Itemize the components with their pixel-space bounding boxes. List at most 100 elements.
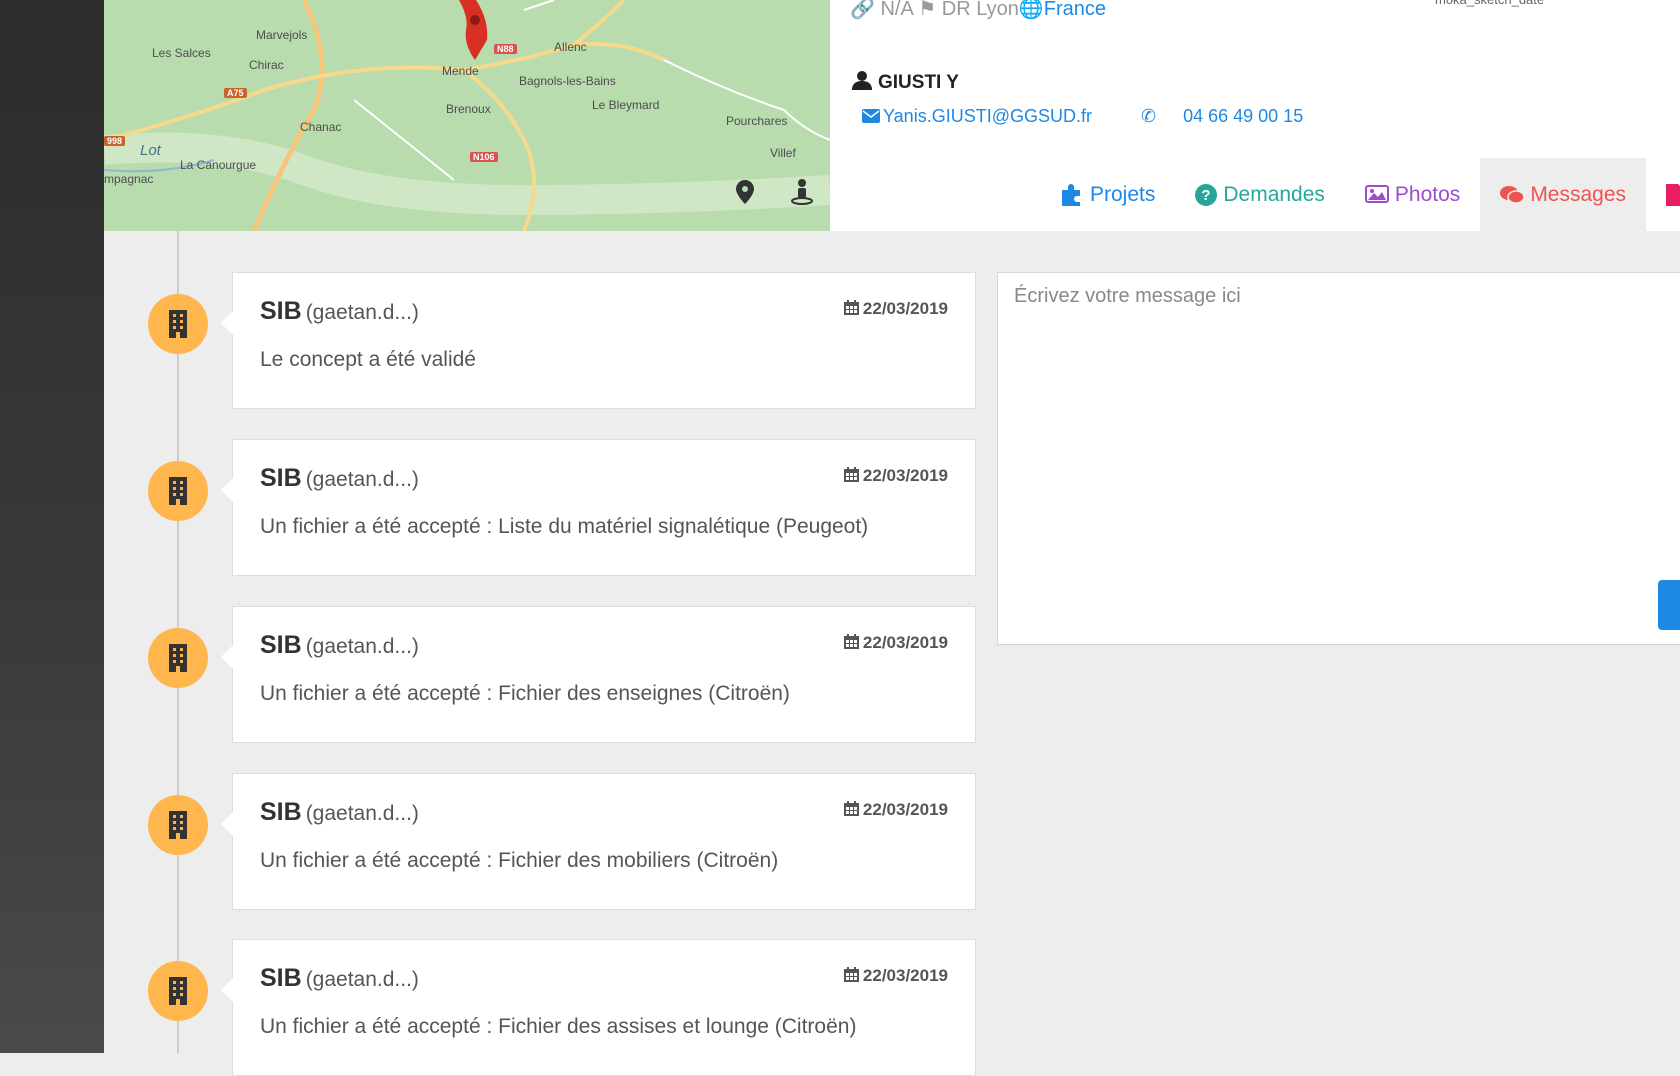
timeline-card: SIB (gaetan.d...) 22/03/2019 Le concept a é… [221, 272, 976, 409]
map-label: Lot [140, 142, 161, 159]
timeline-card: SIB (gaetan.d...) 22/03/2019 Un fichier a é… [221, 939, 976, 1076]
building-icon [148, 294, 208, 354]
map-label: Marvejols [256, 28, 308, 42]
globe-icon: 🌐 [1018, 0, 1044, 20]
phone-icon: ✆ [1140, 106, 1157, 126]
sketch-date-label: moka_sketch_date [1435, 0, 1544, 7]
tab-photos[interactable]: Photos [1345, 158, 1480, 231]
map-label: Les Salces [152, 46, 211, 60]
meta-row: 🔗 N/A ⚑ DR Lyon🌐France [850, 0, 1106, 21]
road-badge: 998 [104, 136, 126, 146]
card-date-text: 22/03/2019 [862, 633, 948, 652]
svg-text:?: ? [1202, 187, 1211, 204]
card-message: Un fichier a été accepté : Liste du maté… [260, 515, 869, 538]
card-username: (gaetan.d...) [305, 968, 419, 991]
contact-phone[interactable]: ✆ 04 66 49 00 15 [1141, 106, 1325, 126]
road-badge: A75 [224, 88, 247, 98]
message-box[interactable] [997, 272, 1680, 645]
card-author-name: SIB [260, 798, 302, 826]
card-author: SIB (gaetan.d...) [260, 964, 419, 993]
card-author: SIB (gaetan.d...) [260, 798, 419, 827]
timeline-card: SIB (gaetan.d...) 22/03/2019 Un fichier a é… [221, 439, 976, 576]
signpost-icon: ⚑ [918, 0, 942, 20]
tab-projets[interactable]: Projets [1040, 158, 1175, 231]
card-date: 22/03/2019 [843, 299, 948, 319]
tab-bar: Projets ? Demandes Photos Messages [1040, 158, 1680, 231]
contact-header: 🔗 N/A ⚑ DR Lyon🌐France moka_sketch_date … [830, 0, 1680, 231]
contact-name-text: GIUSTI Y [878, 72, 959, 93]
card-date-text: 22/03/2019 [862, 966, 948, 985]
building-icon [148, 628, 208, 688]
comments-icon [1500, 185, 1525, 204]
card-date: 22/03/2019 [843, 633, 948, 653]
map-label: Villef [770, 146, 796, 160]
map-label: Bagnols-les-Bains [519, 74, 616, 88]
card-message: Le concept a été validé [260, 348, 476, 371]
card-author: SIB (gaetan.d...) [260, 631, 419, 660]
calendar-icon [843, 967, 859, 982]
card-username: (gaetan.d...) [305, 635, 419, 658]
card-message: Un fichier a été accepté : Fichier des e… [260, 682, 790, 705]
images-icon [1364, 184, 1389, 203]
contact-phone-text[interactable]: 04 66 49 00 15 [1183, 106, 1303, 126]
card-date-text: 22/03/2019 [862, 800, 948, 819]
tab-photos-label: Photos [1394, 182, 1461, 206]
card-username: (gaetan.d...) [305, 301, 419, 324]
question-circle-icon: ? [1195, 183, 1218, 206]
meta-na: N/A [880, 0, 913, 20]
card-message: Un fichier a été accepté : Fichier des a… [260, 1015, 857, 1038]
map[interactable]: Marvejols Les Salces Chirac Mende Allenc… [104, 0, 830, 231]
map-label: Pourchares [726, 114, 788, 128]
contact-email[interactable]: Yanis.GIUSTI@GGSUD.fr [862, 106, 1114, 126]
map-label: Allenc [554, 40, 587, 54]
tab-documents[interactable] [1646, 158, 1680, 231]
map-label: La Canourgue [180, 158, 257, 172]
timeline-card: SIB (gaetan.d...) 22/03/2019 Un fichier a é… [221, 606, 976, 743]
link-icon: 🔗 [850, 0, 875, 20]
calendar-icon [843, 467, 859, 482]
card-username: (gaetan.d...) [305, 468, 419, 491]
card-message: Un fichier a été accepté : Fichier des m… [260, 849, 779, 872]
calendar-icon [843, 801, 859, 816]
building-icon [148, 461, 208, 521]
road-badge: N106 [470, 152, 498, 162]
puzzle-icon [1062, 183, 1080, 206]
card-date: 22/03/2019 [843, 800, 948, 820]
map-label: Chanac [300, 120, 342, 134]
road-badge: N88 [494, 44, 517, 54]
left-sidebar [0, 0, 104, 1053]
card-author: SIB (gaetan.d...) [260, 464, 419, 493]
card-author-name: SIB [260, 631, 302, 659]
tab-messages-label: Messages [1530, 182, 1627, 206]
message-input[interactable] [998, 273, 1680, 644]
tab-messages[interactable]: Messages [1480, 158, 1647, 231]
calendar-icon [843, 300, 859, 315]
building-icon [148, 961, 208, 1021]
card-author: SIB (gaetan.d...) [260, 297, 419, 326]
tab-projets-label: Projets [1090, 182, 1156, 206]
contact-links: Yanis.GIUSTI@GGSUD.fr ✆ 04 66 49 00 15 [862, 106, 1347, 127]
contact-name: GIUSTI Y [852, 70, 959, 94]
envelope-icon [862, 109, 880, 123]
timeline-card: SIB (gaetan.d...) 22/03/2019 Un fichier a é… [221, 773, 976, 910]
card-date-text: 22/03/2019 [862, 299, 948, 318]
meta-country[interactable]: France [1044, 0, 1106, 20]
contact-email-text[interactable]: Yanis.GIUSTI@GGSUD.fr [883, 106, 1092, 126]
card-date: 22/03/2019 [843, 466, 948, 486]
card-author-name: SIB [260, 964, 302, 992]
card-username: (gaetan.d...) [305, 802, 419, 825]
user-icon [852, 71, 872, 90]
tab-demandes[interactable]: ? Demandes [1175, 158, 1345, 231]
card-author-name: SIB [260, 297, 302, 325]
send-button[interactable] [1658, 580, 1680, 630]
map-label: Mende [442, 64, 479, 78]
map-label: mpagnac [104, 172, 154, 186]
calendar-icon [843, 634, 859, 649]
map-label: Chirac [249, 58, 284, 72]
map-label: Le Bleymard [592, 98, 660, 112]
tab-demandes-label: Demandes [1223, 182, 1325, 206]
map-label: Brenoux [446, 102, 491, 116]
meta-dr: DR Lyon [941, 0, 1019, 20]
building-icon [148, 795, 208, 855]
file-icon [1666, 183, 1680, 206]
